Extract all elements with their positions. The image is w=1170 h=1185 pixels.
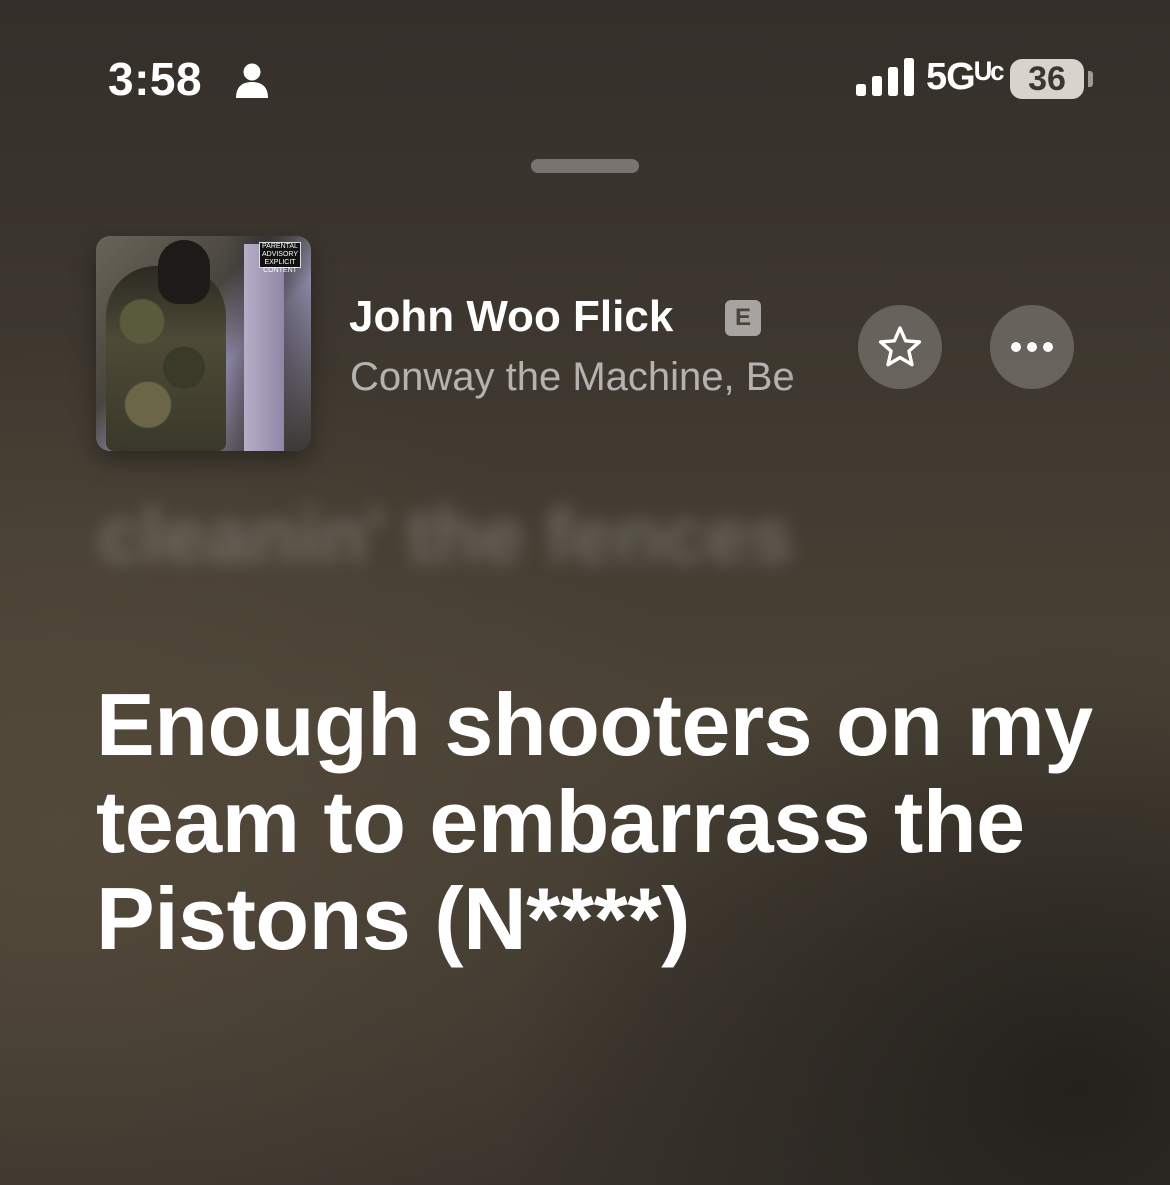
- battery-icon: 36: [1010, 59, 1084, 99]
- more-options-button[interactable]: [990, 305, 1074, 389]
- track-artist[interactable]: Conway the Machine, Be: [350, 355, 845, 411]
- track-title[interactable]: John Woo Flick: [349, 292, 673, 342]
- explicit-badge: E: [725, 300, 761, 336]
- favorite-button[interactable]: [858, 305, 942, 389]
- ellipsis-icon: [1011, 342, 1053, 352]
- signal-icon: [856, 58, 914, 96]
- album-art-door: [244, 244, 284, 451]
- person-icon: [236, 63, 268, 98]
- parental-advisory-label: PARENTAL ADVISORY EXPLICIT CONTENT: [259, 242, 301, 274]
- network-label: 5Gᵁᶜ: [926, 56, 1005, 98]
- album-art-head: [158, 240, 210, 304]
- battery-tip: [1088, 71, 1093, 87]
- lyric-line-current[interactable]: Enough shooters on my team to embarrass …: [96, 676, 1096, 967]
- sheet-grabber[interactable]: [531, 159, 639, 173]
- lyric-line-previous[interactable]: cleanin' the fences: [98, 490, 793, 581]
- star-icon: [878, 326, 922, 367]
- album-art[interactable]: PARENTAL ADVISORY EXPLICIT CONTENT: [96, 236, 311, 451]
- status-time: 3:58: [108, 53, 203, 105]
